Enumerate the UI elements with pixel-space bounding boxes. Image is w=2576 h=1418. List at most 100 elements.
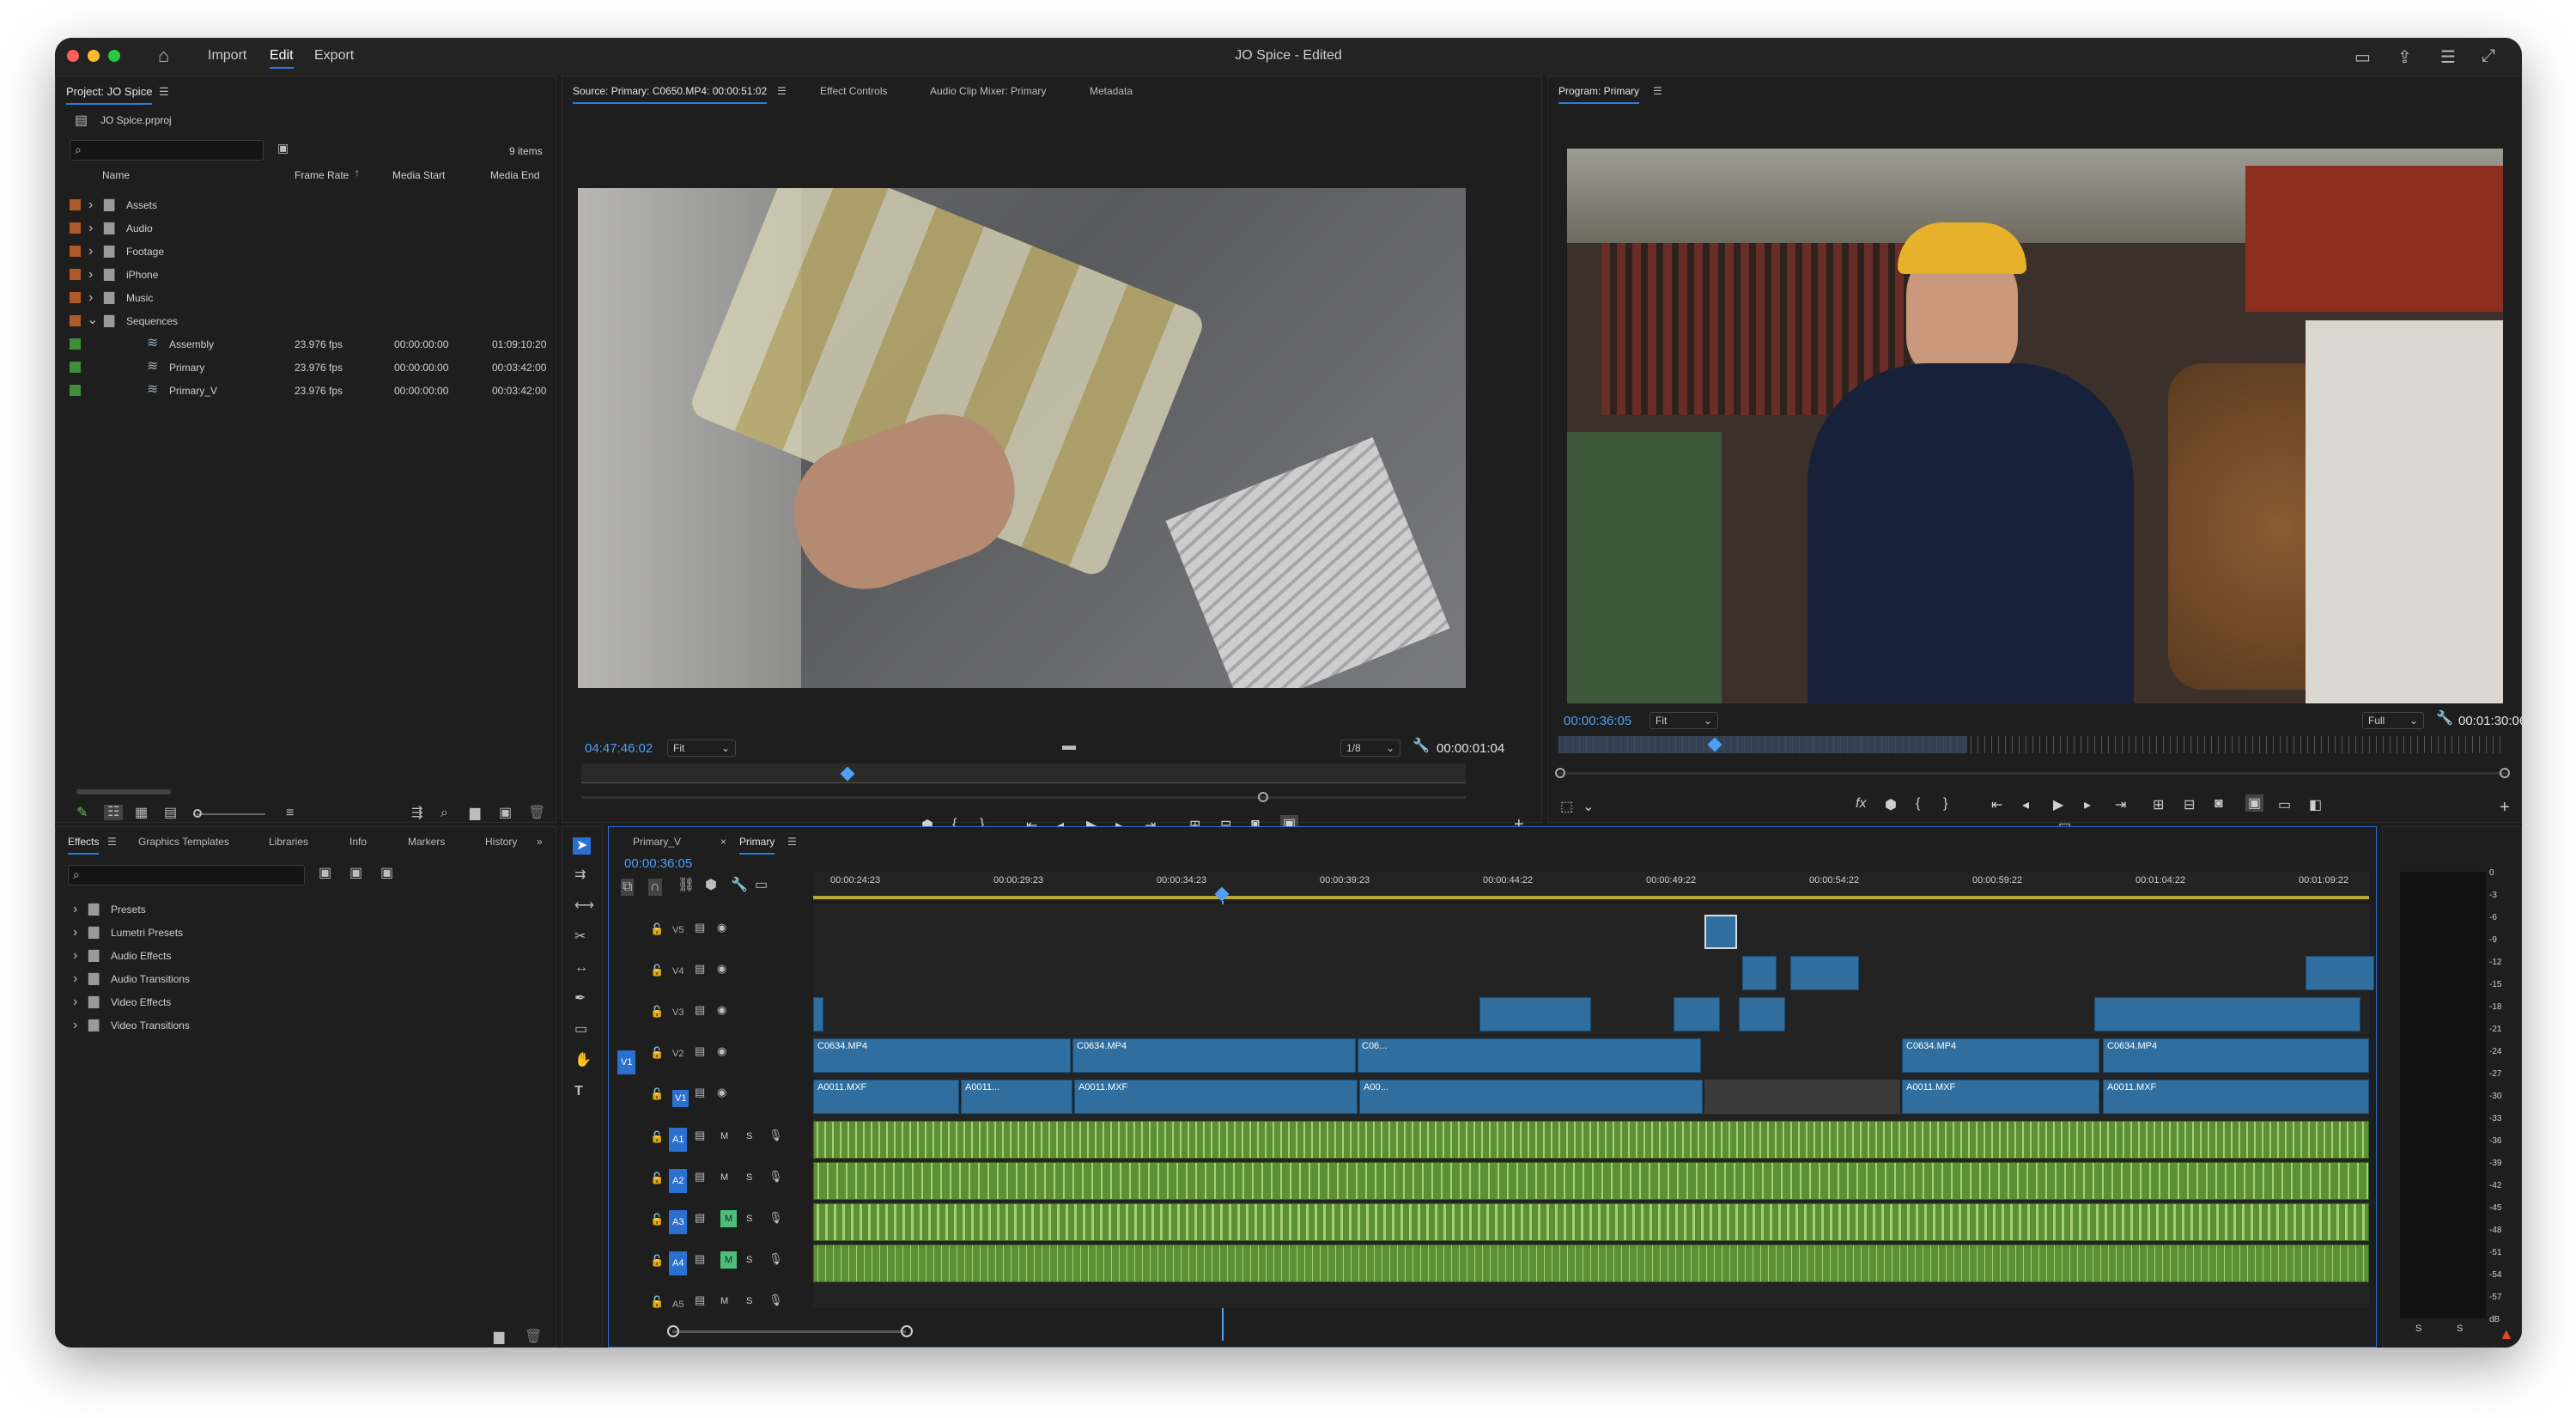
column-frame-rate[interactable]: Frame Rate	[295, 169, 349, 181]
lock-icon[interactable]: 🔓	[650, 1296, 664, 1307]
panel-menu-icon[interactable]: ☰	[1653, 85, 1662, 97]
camera-icon[interactable]: ◙	[2215, 796, 2223, 812]
chevron-right-icon[interactable]: ›	[88, 245, 93, 259]
v2-clip[interactable]: C0634.MP4	[2103, 1038, 2369, 1073]
add-marker-icon[interactable]: ⬢	[705, 879, 717, 892]
pencil-icon[interactable]: ✎	[76, 806, 88, 820]
track-label[interactable]: V5	[672, 925, 683, 935]
timeline-ruler[interactable]: 00:00:24:23 00:00:29:23 00:00:34:23 00:0…	[813, 872, 2369, 902]
tab-project[interactable]: Project: JO Spice	[66, 85, 153, 105]
ripple-edit-tool-icon[interactable]: ⟷	[574, 899, 594, 913]
column-media-end[interactable]: Media End	[490, 169, 539, 181]
new-item-icon[interactable]: ▣	[499, 806, 512, 820]
zoom-slider[interactable]	[197, 813, 265, 815]
chevron-right-icon[interactable]: ›	[88, 268, 93, 282]
v1-clip[interactable]: A0011.MXF	[1902, 1080, 2099, 1114]
freeform-view-icon[interactable]: ▤	[164, 806, 177, 820]
effects-search-input[interactable]	[68, 865, 305, 885]
new-bin-icon[interactable]: ▣	[277, 142, 289, 154]
step-forward-icon[interactable]: ▸	[2084, 796, 2091, 813]
panel-menu-icon[interactable]: ☰	[2440, 46, 2456, 68]
solo-button[interactable]: S	[746, 1296, 752, 1306]
razor-tool-icon[interactable]: ✂	[574, 930, 586, 944]
solo-left[interactable]: S	[2415, 1324, 2421, 1334]
new-bin-icon[interactable]: ▆	[494, 1330, 504, 1344]
solo-button[interactable]: S	[746, 1172, 752, 1183]
tab-effects[interactable]: Effects	[68, 836, 100, 855]
tab-sequence-primary-v[interactable]: Primary_V	[633, 836, 681, 848]
proxy-toggle-icon[interactable]: ◧	[2309, 796, 2322, 813]
multicam-icon[interactable]: ▭	[2278, 796, 2291, 813]
wrench-icon[interactable]: 🔧	[2436, 712, 2453, 726]
track-label[interactable]: A2	[669, 1169, 688, 1193]
extract-icon[interactable]: ⊟	[2184, 796, 2195, 813]
sync-lock-icon[interactable]: ▤	[695, 1253, 705, 1264]
microphone-icon[interactable]: 🎙	[769, 1212, 783, 1223]
panel-menu-icon[interactable]: ☰	[159, 85, 169, 99]
v4-clip[interactable]	[2306, 956, 2374, 990]
fullscreen-icon[interactable]: ⤢	[2482, 46, 2495, 66]
v2-clip[interactable]: C0634.MP4	[813, 1038, 1071, 1073]
folder-row-assets[interactable]: › ▆ Assets	[56, 193, 557, 216]
zoom-handle-left[interactable]	[1555, 768, 1565, 778]
a4-clip[interactable]	[813, 1245, 2369, 1282]
sync-lock-icon[interactable]: ▤	[695, 1129, 705, 1141]
source-video-frame[interactable]	[578, 188, 1466, 688]
work-area-bar[interactable]	[813, 896, 2369, 899]
a3-clip[interactable]	[813, 1203, 2369, 1241]
snap-icon[interactable]: ∩	[648, 879, 662, 896]
accelerated-effects-icon[interactable]: ▣	[319, 867, 331, 880]
eye-icon[interactable]: ◉	[717, 1004, 726, 1015]
sync-lock-icon[interactable]: ▤	[695, 1294, 705, 1305]
selection-tool-icon[interactable]: ➤	[573, 837, 592, 855]
program-resolution-dropdown[interactable]: Full ⌄	[2362, 712, 2424, 729]
workspaces-icon[interactable]: ▭	[2354, 46, 2371, 68]
tab-sequence-primary[interactable]: Primary	[739, 836, 775, 855]
sync-lock-icon[interactable]: ▤	[695, 922, 705, 933]
zoom-handle[interactable]	[1258, 792, 1268, 802]
eye-icon[interactable]: ◉	[717, 1045, 726, 1056]
track-label[interactable]: V1	[672, 1090, 690, 1107]
effects-folder-audio-transitions[interactable]: › ▆ Audio Transitions	[56, 967, 557, 990]
track-label[interactable]: A3	[669, 1210, 688, 1234]
chevron-right-icon[interactable]: ›	[73, 995, 77, 1009]
lock-icon[interactable]: 🔓	[650, 965, 664, 976]
chevron-right-icon[interactable]: ›	[73, 903, 77, 916]
column-media-start[interactable]: Media Start	[392, 169, 445, 181]
sync-lock-icon[interactable]: ▤	[695, 1086, 705, 1098]
source-fit-dropdown[interactable]: Fit ⌄	[667, 739, 736, 757]
pen-tool-icon[interactable]: ✒	[574, 992, 586, 1006]
mark-in-icon[interactable]: {	[1916, 796, 1920, 812]
step-back-icon[interactable]: ◂	[2022, 796, 2029, 813]
tab-graphics-templates[interactable]: Graphics Templates	[138, 836, 229, 848]
sync-lock-icon[interactable]: ▤	[695, 1212, 705, 1223]
project-search-input[interactable]	[70, 140, 264, 161]
chevron-right-icon[interactable]: ›	[73, 972, 77, 986]
v3-clip[interactable]	[1739, 997, 1785, 1032]
add-marker-icon[interactable]: ⬢	[1885, 796, 1897, 813]
mark-out-icon[interactable]: }	[1943, 796, 1947, 812]
chevron-right-icon[interactable]: ›	[73, 1019, 77, 1032]
program-playhead-timecode[interactable]: 00:00:36:05	[1564, 714, 1631, 728]
zoom-handle-right[interactable]	[901, 1325, 913, 1337]
zoom-handle-left[interactable]	[667, 1325, 679, 1337]
folder-row-music[interactable]: › ▆ Music	[56, 286, 557, 309]
go-to-in-icon[interactable]: ⇤	[1991, 796, 2002, 813]
lock-icon[interactable]: 🔓	[650, 1047, 664, 1058]
slip-tool-icon[interactable]: ↔	[574, 961, 588, 975]
solo-button[interactable]: S	[746, 1131, 752, 1141]
chevron-right-icon[interactable]: ›	[88, 291, 93, 305]
mute-button[interactable]: M	[720, 1210, 738, 1227]
program-zoom-bar[interactable]	[1558, 772, 2506, 775]
play-icon[interactable]: ▶	[2053, 796, 2063, 813]
chevron-right-icon[interactable]: ›	[88, 222, 93, 235]
v4-clip[interactable]	[1742, 956, 1777, 990]
column-name[interactable]: Name	[102, 169, 130, 181]
sort-icon[interactable]: ≡	[286, 806, 294, 820]
v1-clip[interactable]: A0011.MXF	[2103, 1080, 2369, 1114]
v5-clip[interactable]	[1704, 915, 1737, 949]
v3-clip[interactable]	[1674, 997, 1720, 1032]
microphone-icon[interactable]: 🎙	[769, 1171, 783, 1182]
sequence-row-assembly[interactable]: ≋ Assembly 23.976 fps 00:00:00:00 01:09:…	[56, 332, 557, 356]
track-label[interactable]: A1	[669, 1128, 688, 1152]
